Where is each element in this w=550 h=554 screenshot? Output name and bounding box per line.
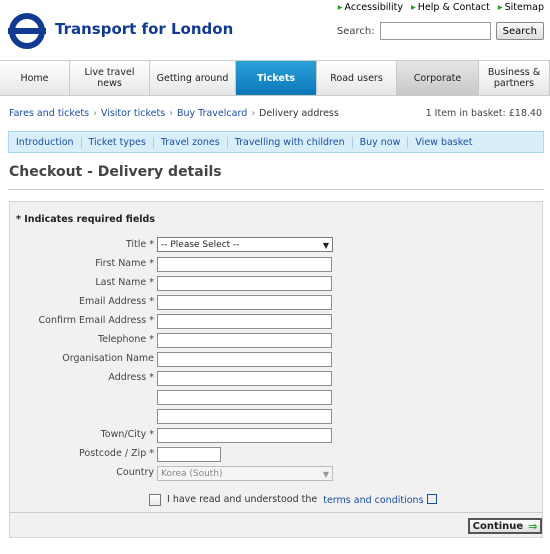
help-contact-link[interactable]: ▸ Help & Contact — [411, 2, 490, 13]
subnav-introduction[interactable]: Introduction — [9, 136, 82, 148]
address-line-1-field[interactable] — [157, 371, 332, 386]
terms-row: I have read and understood the terms and… — [149, 493, 437, 506]
subnav-view-basket[interactable]: View basket — [408, 137, 479, 148]
postcode-label: Postcode / Zip * — [79, 448, 154, 459]
town-field[interactable] — [157, 428, 332, 443]
external-link-icon — [426, 494, 437, 504]
postcode-field[interactable] — [157, 447, 221, 462]
title-select[interactable]: -- Please Select -- ▼ — [157, 237, 333, 252]
continue-button[interactable]: Continue ⇒ — [468, 518, 542, 534]
tab-live-travel-news[interactable]: Live travel news — [70, 61, 150, 95]
subnav-travel-zones[interactable]: Travel zones — [154, 136, 228, 148]
tab-road-users[interactable]: Road users — [317, 61, 397, 95]
terms-checkbox[interactable] — [149, 493, 161, 506]
first-name-field[interactable] — [157, 257, 332, 272]
last-name-field[interactable] — [157, 276, 332, 291]
chevron-right-icon: › — [93, 108, 97, 119]
breadcrumb-visitor-tickets[interactable]: Visitor tickets — [101, 108, 165, 119]
tab-corporate[interactable]: Corporate — [397, 61, 479, 95]
top-links: ▸ Accessibility ▸ Help & Contact ▸ Sitemap — [338, 2, 544, 13]
country-select-value: Korea (South) — [161, 468, 223, 479]
subnav-buy-now[interactable]: Buy now — [353, 136, 409, 148]
email-field[interactable] — [157, 295, 332, 310]
accessibility-link[interactable]: ▸ Accessibility — [338, 2, 403, 13]
title-divider — [8, 189, 544, 190]
confirm-email-field[interactable] — [157, 314, 332, 329]
main-nav: Home Live travel news Getting around Tic… — [0, 60, 550, 96]
subnav-travelling-with-children[interactable]: Travelling with children — [228, 136, 353, 148]
sub-nav: Introduction Ticket types Travel zones T… — [8, 131, 544, 153]
town-label: Town/City * — [100, 429, 154, 440]
address-line-2-field[interactable] — [157, 390, 332, 405]
country-label: Country — [116, 467, 154, 478]
tab-tickets[interactable]: Tickets — [236, 61, 317, 95]
page-title: Checkout - Delivery details — [9, 164, 222, 180]
last-name-label: Last Name * — [95, 277, 154, 288]
telephone-label: Telephone * — [97, 334, 154, 345]
address-label: Address * — [108, 372, 154, 383]
terms-text: I have read and understood the — [167, 494, 318, 505]
search-button[interactable]: Search — [495, 22, 544, 40]
form-divider — [9, 512, 543, 513]
breadcrumb: Fares and tickets › Visitor tickets › Bu… — [9, 108, 339, 119]
arrow-right-icon: ⇒ — [528, 519, 538, 533]
country-select[interactable]: Korea (South) ▼ — [157, 466, 333, 481]
chevron-right-icon: › — [169, 108, 173, 119]
continue-label: Continue — [472, 520, 524, 532]
terms-link[interactable]: terms and conditions — [323, 493, 437, 506]
organisation-label: Organisation Name — [62, 353, 154, 364]
confirm-email-label: Confirm Email Address * — [38, 315, 154, 326]
search-area: Search: Search — [337, 22, 544, 40]
tab-home[interactable]: Home — [0, 61, 70, 95]
breadcrumb-fares-and-tickets[interactable]: Fares and tickets — [9, 108, 89, 119]
email-label: Email Address * — [79, 296, 154, 307]
tab-getting-around[interactable]: Getting around — [150, 61, 236, 95]
breadcrumb-buy-travelcard[interactable]: Buy Travelcard — [177, 108, 247, 119]
title-label: Title * — [125, 239, 154, 250]
search-input[interactable] — [379, 22, 491, 40]
roundel-logo-icon[interactable] — [8, 12, 46, 50]
brand-name[interactable]: Transport for London — [55, 20, 233, 38]
sitemap-link[interactable]: ▸ Sitemap — [498, 2, 544, 13]
title-select-value: -- Please Select -- — [161, 239, 240, 250]
subnav-ticket-types[interactable]: Ticket types — [82, 136, 154, 148]
dropdown-arrow-icon: ▼ — [322, 470, 329, 479]
address-line-3-field[interactable] — [157, 409, 332, 424]
telephone-field[interactable] — [157, 333, 332, 348]
basket-summary: 1 Item in basket: £18.40 — [425, 108, 542, 119]
search-label: Search: — [336, 25, 375, 37]
first-name-label: First Name * — [95, 258, 154, 269]
organisation-field[interactable] — [157, 352, 332, 367]
chevron-right-icon: › — [251, 108, 256, 119]
dropdown-arrow-icon: ▼ — [322, 241, 329, 250]
required-note: * Indicates required fields — [16, 214, 155, 225]
breadcrumb-current: Delivery address — [259, 108, 339, 119]
tab-business-partners[interactable]: Business & partners — [479, 61, 550, 95]
